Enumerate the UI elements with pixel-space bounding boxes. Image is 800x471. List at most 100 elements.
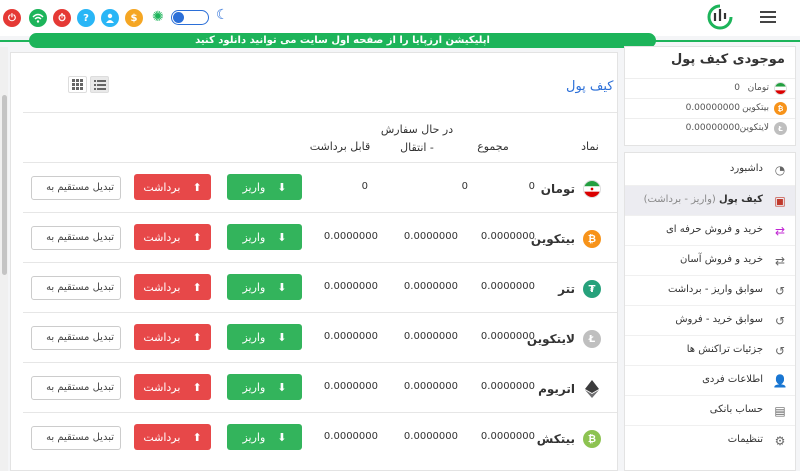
exchange-easy-icon: ⇄	[774, 254, 786, 268]
balance-value: 0	[734, 83, 740, 93]
bitcoin-icon: ₿	[774, 102, 787, 115]
deposit-button[interactable]: واریز ⬇	[227, 324, 302, 350]
balance-box: موجودی کیف پول تومان 0 ₿ بیتکوین 0.00000…	[624, 46, 796, 146]
withdraw-button[interactable]: برداشت ⬆	[134, 324, 211, 350]
notification-icon[interactable]: ⏱	[53, 9, 71, 27]
list-icon	[93, 79, 106, 90]
iran-flag-icon	[583, 180, 601, 198]
hamburger-menu-icon[interactable]	[760, 11, 776, 23]
download-icon: ⬇	[277, 330, 287, 344]
download-icon: ⬇	[277, 280, 287, 294]
convert-select[interactable]: تبدیل مستقیم به	[31, 176, 121, 200]
withdraw-button[interactable]: برداشت ⬆	[134, 374, 211, 400]
table-row: ₿ بیتکش 0.0000000 0.0000000 0.0000000 وا…	[23, 412, 617, 462]
dollar-icon[interactable]: $	[125, 9, 143, 27]
withdraw-button[interactable]: برداشت ⬆	[134, 174, 211, 200]
ethereum-icon	[583, 380, 601, 398]
convert-select[interactable]: تبدیل مستقیم به	[31, 326, 121, 350]
convert-select[interactable]: تبدیل مستقیم به	[31, 376, 121, 400]
table-row: ₮ تتر 0.0000000 0.0000000 0.0000000 واری…	[23, 262, 617, 312]
download-icon: ⬇	[277, 180, 287, 194]
logo-icon[interactable]	[705, 3, 735, 34]
coin-name: اتریوم	[538, 382, 575, 396]
iran-flag-icon	[774, 82, 787, 95]
list-view-button[interactable]	[90, 76, 109, 93]
upload-icon: ⬆	[192, 280, 202, 294]
total-value: 0.0000000	[480, 331, 535, 342]
sidebar-item-profile[interactable]: 👤 اطلاعات فردی	[625, 365, 795, 395]
sidebar-item-bank-account[interactable]: ▤ حساب بانکی	[625, 395, 795, 425]
grid-view-button[interactable]	[68, 76, 87, 93]
deposit-button[interactable]: واریز ⬇	[227, 224, 302, 250]
withdrawable-value: 0.0000000	[323, 381, 378, 392]
convert-select[interactable]: تبدیل مستقیم به	[31, 276, 121, 300]
total-value: 0.0000000	[480, 281, 535, 292]
sidebar-item-settings[interactable]: ⚙ تنظیمات	[625, 425, 795, 455]
sidebar-item-deposit-history[interactable]: ↺ سوابق واریز - برداشت	[625, 275, 795, 305]
history-icon: ↺	[774, 284, 786, 298]
deposit-button[interactable]: واریز ⬇	[227, 424, 302, 450]
tether-icon: ₮	[583, 280, 601, 298]
moon-icon: ☾	[216, 7, 229, 23]
sidebar-item-trade-history[interactable]: ↺ سوابق خرید - فروش	[625, 305, 795, 335]
scrollbar-thumb[interactable]	[2, 95, 7, 275]
table-row: تومان 0 0 0 واریز ⬇ برداشت ⬆ تبدیل مستقیم …	[23, 162, 617, 212]
withdraw-button[interactable]: برداشت ⬆	[134, 424, 211, 450]
withdraw-button[interactable]: برداشت ⬆	[134, 224, 211, 250]
deposit-button[interactable]: واریز ⬇	[227, 274, 302, 300]
column-in-order: در حال سفارش - انتقال	[380, 123, 454, 154]
balance-name: تومان	[747, 83, 769, 93]
in-order-value: 0.0000000	[403, 381, 458, 392]
deposit-button[interactable]: واریز ⬇	[227, 374, 302, 400]
sidebar-item-transactions[interactable]: ↺ جزئیات تراکنش ها	[625, 335, 795, 365]
in-order-value: 0.0000000	[403, 431, 458, 442]
convert-select[interactable]: تبدیل مستقیم به	[31, 226, 121, 250]
balance-value: 0.00000000	[685, 103, 740, 113]
balance-title: موجودی کیف پول	[670, 52, 785, 67]
column-withdrawable: قابل برداشت	[309, 140, 371, 153]
in-order-value: 0	[461, 181, 468, 192]
deposit-button[interactable]: واریز ⬇	[227, 174, 302, 200]
bitcoin-icon: ₿	[583, 230, 601, 248]
settings-icon: ⚙	[774, 434, 786, 448]
toggle-knob	[173, 12, 184, 23]
wifi-icon[interactable]	[29, 9, 47, 27]
sidebar-item-pro-trade[interactable]: ⇄ خرید و فروش حرفه ای	[625, 215, 795, 245]
balance-value: 0.00000000	[685, 123, 740, 133]
power-icon[interactable]: ⏻	[3, 9, 21, 27]
withdrawable-value: 0.0000000	[323, 431, 378, 442]
download-banner[interactable]: اپلیکیشن ارزپایا را از صفحه اول سایت می …	[29, 33, 656, 48]
sidebar-item-wallet[interactable]: ▣ کیف پول (واریز - برداشت)	[625, 185, 795, 215]
download-icon: ⬇	[277, 230, 287, 244]
theme-toggle[interactable]	[171, 10, 209, 25]
upload-icon: ⬆	[192, 430, 202, 444]
help-icon[interactable]: ?	[77, 9, 95, 27]
page-title: کیف پول	[566, 79, 614, 94]
scrollbar[interactable]	[0, 47, 8, 471]
user-icon[interactable]	[101, 9, 119, 27]
sidebar-item-dashboard[interactable]: ◔ داشبورد	[625, 155, 795, 185]
history-icon: ↺	[774, 314, 786, 328]
download-icon: ⬇	[277, 380, 287, 394]
dashboard-icon: ◔	[774, 163, 786, 177]
table-row: Ł لایتکوین 0.0000000 0.0000000 0.0000000…	[23, 312, 617, 362]
withdrawable-value: 0.0000000	[323, 231, 378, 242]
in-order-value: 0.0000000	[403, 231, 458, 242]
coin-name: بیتکوین	[530, 232, 575, 246]
upload-icon: ⬆	[192, 330, 202, 344]
bitcoin-cash-icon: ₿	[583, 430, 601, 448]
bank-icon: ▤	[774, 404, 786, 418]
sidebar-menu: ◔ داشبورد ▣ کیف پول (واریز - برداشت) ⇄ خ…	[624, 152, 796, 471]
withdraw-button[interactable]: برداشت ⬆	[134, 274, 211, 300]
upload-icon: ⬆	[192, 230, 202, 244]
coin-name: بیتکش	[536, 432, 575, 446]
sidebar-item-easy-trade[interactable]: ⇄ خرید و فروش آسان	[625, 245, 795, 275]
convert-select[interactable]: تبدیل مستقیم به	[31, 426, 121, 450]
litecoin-icon: Ł	[774, 122, 787, 135]
coin-name: تتر	[558, 282, 575, 296]
download-icon: ⬇	[277, 430, 287, 444]
withdrawable-value: 0.0000000	[323, 331, 378, 342]
withdrawable-value: 0.0000000	[323, 281, 378, 292]
history-icon: ↺	[774, 344, 786, 358]
total-value: 0	[528, 181, 535, 192]
